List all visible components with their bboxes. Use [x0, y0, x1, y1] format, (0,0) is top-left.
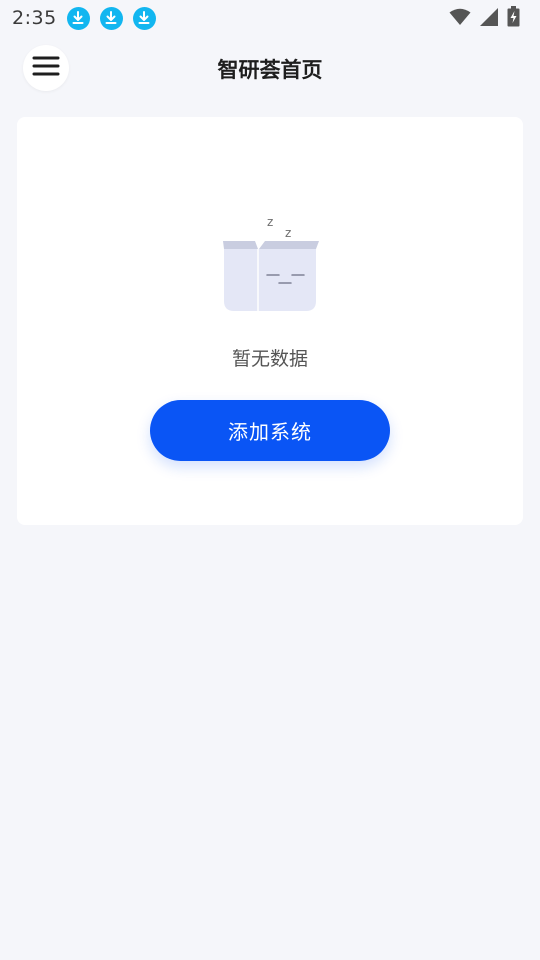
status-icons [449, 6, 520, 32]
sleeping-empty-box-icon: z z [221, 213, 321, 315]
battery-charging-icon [507, 6, 520, 32]
download-icon [132, 6, 156, 30]
app-header: 智研荟首页 [0, 38, 540, 100]
svg-text:z: z [285, 226, 291, 240]
wifi-icon [449, 8, 471, 31]
empty-message: 暂无数据 [231, 348, 308, 370]
download-icon [66, 6, 90, 30]
status-bar: 2:35 [0, 0, 540, 36]
status-time: 2:35 [12, 7, 57, 29]
svg-text:z: z [267, 215, 273, 229]
signal-icon [479, 7, 499, 32]
empty-state-card: z z 暂无数据 添加系统 [17, 117, 523, 525]
download-icon [99, 6, 123, 30]
page-title: 智研荟首页 [217, 58, 323, 82]
add-system-button[interactable]: 添加系统 [150, 400, 390, 461]
